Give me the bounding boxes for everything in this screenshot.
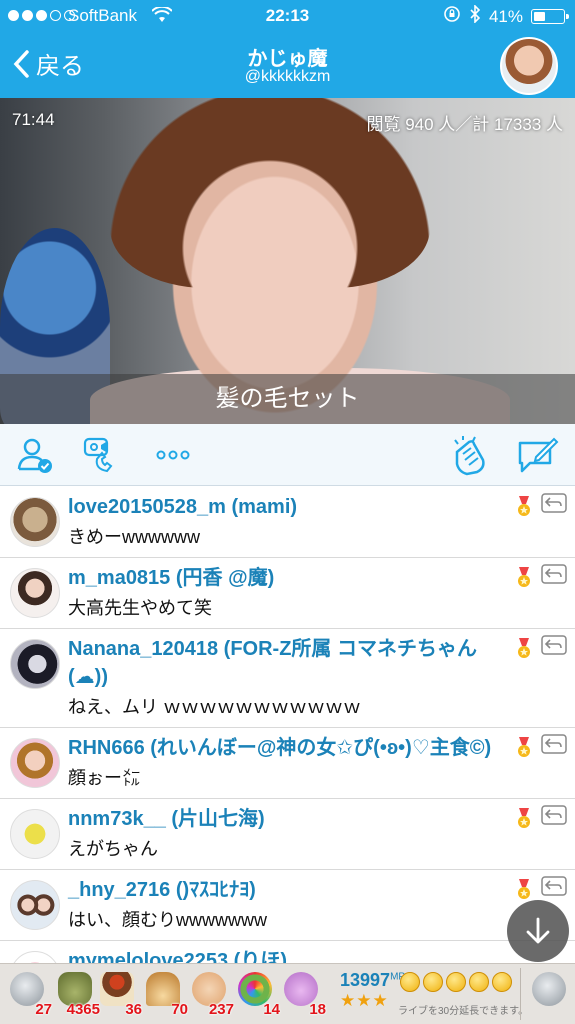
arrow-down-icon <box>526 917 550 944</box>
commenter-name[interactable]: Nanana_120418 (FOR-Z所属 コマネチちゃん(☁)) <box>68 635 505 691</box>
comment-text: きめーwwwwww <box>68 527 200 547</box>
comment-compose-icon[interactable] <box>515 432 561 478</box>
mp-value: 13997 <box>340 970 391 990</box>
commenter-avatar[interactable] <box>10 809 60 859</box>
elapsed-time: 71:44 <box>12 110 55 129</box>
reply-icon[interactable] <box>541 805 567 825</box>
comment-item: love20150528_m (mami) きめーwwwwww <box>0 487 575 558</box>
extension-coins[interactable] <box>400 972 512 992</box>
gift-item[interactable]: 70 <box>140 970 188 1018</box>
medal-icon <box>515 808 533 830</box>
comment-item: m_ma0815 (円香 @魔) 大高先生やめて笑 <box>0 558 575 629</box>
action-toolbar <box>0 424 575 486</box>
gift-item[interactable]: 36 <box>94 970 142 1018</box>
gift-item[interactable]: 4365 <box>52 970 100 1018</box>
viewer-count: 閲覧 940 人／計 17333 人 <box>366 115 563 134</box>
comment-item: nnm73k__ (片山七海) えがちゃん <box>0 799 575 870</box>
broadcaster-avatar[interactable] <box>500 37 558 95</box>
commenter-avatar[interactable] <box>10 568 60 618</box>
divider <box>520 968 521 1020</box>
gift-count: 27 <box>35 1001 52 1018</box>
comment-item: Nanana_120418 (FOR-Z所属 コマネチちゃん(☁)) ねえ、ムリ… <box>0 629 575 728</box>
coin-icon <box>469 972 489 992</box>
battery-percent: 41% <box>488 6 523 26</box>
broadcaster-name: かじゅ魔 <box>247 48 328 70</box>
gift-item[interactable]: 237 <box>186 970 234 1018</box>
medal-icon <box>515 496 533 518</box>
gift-item[interactable]: 18 <box>278 970 326 1018</box>
gift-count: 237 <box>208 1001 234 1018</box>
comment-item: RHN666 (れいんぼー@神の女✩ぴ(•ʚ•)♡主食©) 顔ぉー㍍ <box>0 728 575 799</box>
commenter-name[interactable]: nnm73k__ (片山七海) <box>68 805 505 833</box>
comment-text: 顔ぉー㍍ <box>68 768 140 788</box>
rotation-lock-icon <box>443 5 461 28</box>
broadcaster-handle: @kkkkkkzm <box>244 68 331 85</box>
status-bar: SoftBank 22:13 41% <box>0 0 575 34</box>
coin-icon <box>446 972 466 992</box>
extension-note: ライブを30分延長できます。 <box>398 1006 529 1017</box>
comment-text: はい、顔むりwwwwwww <box>68 910 267 930</box>
gift-item-stone-alt[interactable] <box>526 970 574 1018</box>
medal-icon <box>515 638 533 660</box>
reply-icon[interactable] <box>541 876 567 896</box>
reply-icon[interactable] <box>541 493 567 513</box>
stone-icon <box>532 972 566 1006</box>
follow-user-icon[interactable] <box>12 432 58 478</box>
live-caption: 髪の毛セット <box>0 374 575 424</box>
live-video[interactable]: 71:44 閲覧 940 人／計 17333 人 髪の毛セット <box>0 98 575 424</box>
battery-icon <box>531 9 569 24</box>
reply-icon[interactable] <box>541 734 567 754</box>
top-bar: SoftBank 22:13 41% 戻る かじゅ魔 @kkkkkkzm <box>0 0 575 98</box>
commenter-name[interactable]: _hny_2716 ()ﾏｽｺﾋﾅﾖ) <box>68 876 505 904</box>
medal-icon <box>515 737 533 759</box>
comment-item: _hny_2716 ()ﾏｽｺﾋﾅﾖ) はい、顔むりwwwwwww <box>0 870 575 941</box>
commenter-avatar[interactable] <box>10 951 60 963</box>
coin-icon <box>400 972 420 992</box>
scroll-to-bottom-button[interactable] <box>507 900 569 962</box>
bluetooth-icon <box>469 4 481 28</box>
comment-text: 大高先生やめて笑 <box>68 598 212 618</box>
nav-bar: 戻る かじゅ魔 @kkkkkkzm <box>0 34 575 98</box>
comment-text: ねえ、ムリ ｗｗｗｗｗｗｗｗｗｗｗ <box>68 697 361 717</box>
commenter-avatar[interactable] <box>10 880 60 930</box>
commenter-name[interactable]: mymelolove2253 (りほ) <box>68 947 505 963</box>
clap-icon[interactable] <box>448 432 494 478</box>
commenter-name[interactable]: RHN666 (れいんぼー@神の女✩ぴ(•ʚ•)♡主食©) <box>68 734 505 762</box>
comment-text: えがちゃん <box>68 839 158 859</box>
comment-list[interactable]: love20150528_m (mami) きめーwwwwww m_ma0815… <box>0 487 575 963</box>
mp-balance: 13997MP ★★★ <box>340 970 405 1011</box>
reply-icon[interactable] <box>541 564 567 584</box>
commenter-avatar[interactable] <box>10 738 60 788</box>
commenter-name[interactable]: love20150528_m (mami) <box>68 493 505 521</box>
collab-call-icon[interactable] <box>80 432 126 478</box>
mp-stars: ★★★ <box>340 991 389 1010</box>
commenter-avatar[interactable] <box>10 639 60 689</box>
comment-item: mymelolove2253 (りほ) <box>0 941 575 963</box>
coin-icon <box>492 972 512 992</box>
gift-bar: 27 4365 36 70 237 14 18 13997MP ★★★ ライブを… <box>0 963 575 1024</box>
gift-item[interactable]: 27 <box>4 970 52 1018</box>
gift-count: 18 <box>309 1001 326 1018</box>
commenter-avatar[interactable] <box>10 497 60 547</box>
medal-icon <box>515 879 533 901</box>
medal-icon <box>515 567 533 589</box>
more-icon[interactable] <box>150 432 196 478</box>
coin-icon <box>423 972 443 992</box>
commenter-name[interactable]: m_ma0815 (円香 @魔) <box>68 564 505 592</box>
reply-icon[interactable] <box>541 635 567 655</box>
gift-item[interactable]: 14 <box>232 970 280 1018</box>
